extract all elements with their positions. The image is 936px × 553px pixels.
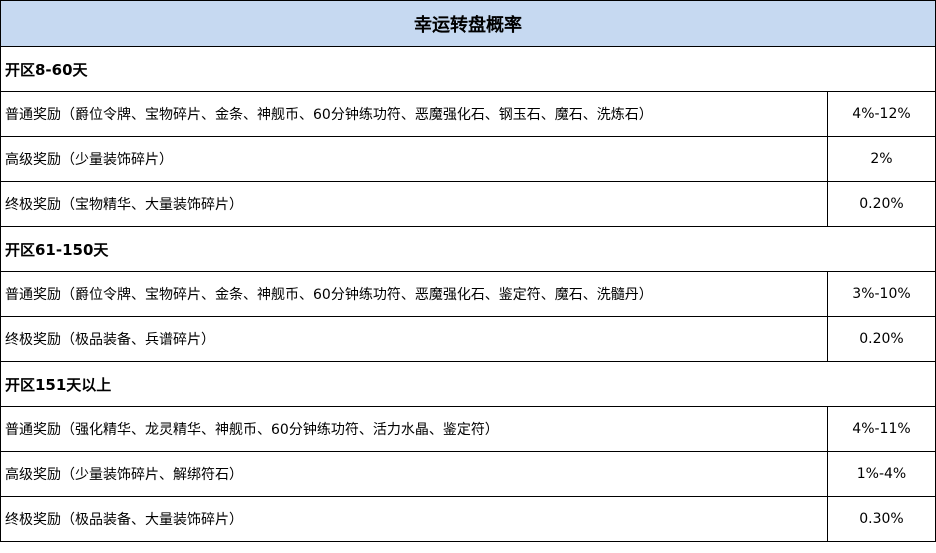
section-heading: 开区151天以上 [0, 361, 936, 407]
reward-label: 普通奖励（强化精华、龙灵精华、神舰币、60分钟练功符、活力水晶、鉴定符） [0, 406, 828, 452]
probability-value: 2% [827, 136, 936, 182]
probability-value: 4%-11% [827, 406, 936, 452]
table-row: 普通奖励（爵位令牌、宝物碎片、金条、神舰币、60分钟练功符、恶魔强化石、钢玉石、… [0, 91, 936, 137]
reward-label: 高级奖励（少量装饰碎片、解绑符石） [0, 451, 828, 497]
probability-value: 0.20% [827, 316, 936, 362]
section-header-row: 开区151天以上 [0, 361, 936, 407]
section-header-row: 开区61-150天 [0, 226, 936, 272]
table-row: 普通奖励（爵位令牌、宝物碎片、金条、神舰币、60分钟练功符、恶魔强化石、鉴定符、… [0, 271, 936, 317]
section-heading: 开区8-60天 [0, 46, 936, 92]
table-row: 高级奖励（少量装饰碎片、解绑符石） 1%-4% [0, 451, 936, 497]
reward-label: 普通奖励（爵位令牌、宝物碎片、金条、神舰币、60分钟练功符、恶魔强化石、钢玉石、… [0, 91, 828, 137]
probability-value: 4%-12% [827, 91, 936, 137]
probability-table: 幸运转盘概率 开区8-60天 普通奖励（爵位令牌、宝物碎片、金条、神舰币、60分… [0, 0, 936, 542]
table-row: 高级奖励（少量装饰碎片） 2% [0, 136, 936, 182]
section-header-row: 开区8-60天 [0, 46, 936, 92]
probability-value: 1%-4% [827, 451, 936, 497]
reward-label: 终极奖励（宝物精华、大量装饰碎片） [0, 181, 828, 227]
table-title: 幸运转盘概率 [0, 0, 936, 47]
reward-label: 终极奖励（极品装备、兵谱碎片） [0, 316, 828, 362]
table-title-row: 幸运转盘概率 [0, 0, 936, 47]
table-row: 终极奖励（宝物精华、大量装饰碎片） 0.20% [0, 181, 936, 227]
probability-value: 0.20% [827, 181, 936, 227]
reward-label: 终极奖励（极品装备、大量装饰碎片） [0, 496, 828, 542]
probability-value: 0.30% [827, 496, 936, 542]
reward-label: 普通奖励（爵位令牌、宝物碎片、金条、神舰币、60分钟练功符、恶魔强化石、鉴定符、… [0, 271, 828, 317]
reward-label: 高级奖励（少量装饰碎片） [0, 136, 828, 182]
probability-value: 3%-10% [827, 271, 936, 317]
table-row: 终极奖励（极品装备、大量装饰碎片） 0.30% [0, 496, 936, 542]
table-row: 终极奖励（极品装备、兵谱碎片） 0.20% [0, 316, 936, 362]
section-heading: 开区61-150天 [0, 226, 936, 272]
table-row: 普通奖励（强化精华、龙灵精华、神舰币、60分钟练功符、活力水晶、鉴定符） 4%-… [0, 406, 936, 452]
